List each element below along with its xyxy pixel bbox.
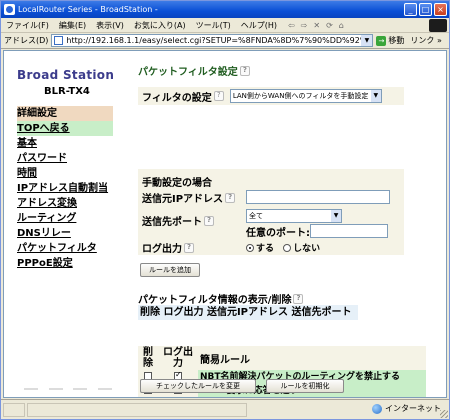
main-panel: パケットフィルタ設定 フィルタの設定 LAN側からWAN側へのフィルタを手動設定… [132,51,446,397]
log-no-label: しない [293,244,321,254]
security-zone: インターネット [372,403,441,414]
back-icon[interactable]: ⇦ [288,21,295,30]
log-yes-radio[interactable] [246,244,254,252]
filter-info-columns: 削除 ログ出力 送信元IPアドレス 送信先ポート [138,305,358,320]
log-output-label-row: ログ出力 [142,240,194,255]
windows-logo-icon [429,19,447,32]
filter-setting-label: フィルタの設定 [142,92,212,104]
address-input[interactable]: http://192.168.1.1/easy/select.cgi?SETUP… [51,34,374,47]
any-port-input[interactable] [310,224,388,238]
help-icon[interactable] [239,66,250,76]
page-icon [54,36,64,45]
menu-bar: ファイル(F) 編集(E) 表示(V) お気に入り(A) ツール(T) ヘルプ(… [1,18,449,33]
col-simple-rule: 簡易ルール [198,346,426,370]
status-cell [27,402,247,417]
sidebar-header-advanced: 詳細設定 [17,106,113,121]
col-delete: 削除 [138,346,158,370]
add-rule-button[interactable]: ルールを追加 [140,263,200,277]
help-icon[interactable] [293,294,304,304]
log-output-label: ログ出力 [142,244,182,255]
title-bar: LocalRouter Series - BroadStation - _ □ … [1,1,449,18]
manual-settings-panel: 手動設定の場合 送信元IPアドレス 送信先ポート 全て ▼ 任意のポート: ログ… [138,169,404,255]
sidebar-item-packet-filter[interactable]: パケットフィルタ [17,241,113,256]
menu-view[interactable]: 表示(V) [91,20,129,31]
sidebar-item-dns-relay[interactable]: DNSリレー [17,226,113,241]
model-name: BLR-TX4 [44,86,90,97]
refresh-icon[interactable]: ⟳ [326,21,333,30]
go-arrow-icon: → [376,35,387,46]
menu-tools[interactable]: ツール(T) [191,20,236,31]
dst-port-select-value: 全て [249,212,263,220]
address-label: アドレス(D) [4,36,49,45]
address-bar: アドレス(D) http://192.168.1.1/easy/select.c… [1,33,449,49]
change-checked-rules-button[interactable]: チェックしたルールを変更 [140,379,256,393]
close-button[interactable]: × [434,3,447,16]
log-yes-label: する [256,244,275,254]
minimize-button[interactable]: _ [404,3,417,16]
chevron-down-icon: ▼ [331,210,341,222]
init-rules-button[interactable]: ルールを初期化 [266,379,344,393]
filter-setting-value: LAN側からWAN側へのフィルタを手動設定 [232,92,369,100]
menu-edit[interactable]: 編集(E) [54,20,91,31]
dst-port-select[interactable]: 全て ▼ [246,209,342,223]
sidebar-item-time[interactable]: 時間 [17,166,113,181]
src-ip-label: 送信元IPアドレス [142,194,224,205]
sidebar-item-basic[interactable]: 基本 [17,136,113,151]
src-ip-label-row: 送信元IPアドレス [142,190,236,205]
dst-port-label: 送信先ポート [142,217,202,228]
filter-setting-row: フィルタの設定 LAN側からWAN側へのフィルタを手動設定 ▼ [138,87,404,105]
home-icon[interactable]: ⌂ [339,21,344,30]
forward-icon[interactable]: ⇨ [301,21,308,30]
links-button[interactable]: リンク » [410,35,441,46]
chevron-down-icon: ▼ [370,90,381,102]
resize-grip[interactable] [440,410,448,418]
browser-icon [4,4,15,15]
table-header-row: 削除 ログ出力 簡易ルール [138,346,426,370]
sidebar-item-dhcp[interactable]: IPアドレス自動割当 [17,181,113,196]
menu-file[interactable]: ファイル(F) [1,20,54,31]
address-dropdown-icon[interactable]: ▼ [361,35,373,46]
page-title-text: パケットフィルタ設定 [138,67,238,78]
page-title: パケットフィルタ設定 [138,63,250,78]
address-url: http://192.168.1.1/easy/select.cgi?SETUP… [66,36,374,45]
maximize-button[interactable]: □ [419,3,432,16]
sidebar-item-pppoe[interactable]: PPPoE設定 [17,256,113,271]
globe-icon [372,403,382,414]
zone-label: インターネット [385,404,441,413]
status-bar: インターネット [1,399,449,419]
sidebar-item-password[interactable]: パスワード [17,151,113,166]
window-title: LocalRouter Series - BroadStation - [18,5,158,14]
sidebar-decoration [24,388,112,390]
browser-window: LocalRouter Series - BroadStation - _ □ … [0,0,450,420]
status-cell [3,402,25,417]
help-icon[interactable] [204,216,214,226]
page-content: Broad Station BLR-TX4 詳細設定 TOPへ戻る 基本 パスワ… [3,50,447,398]
dst-port-label-row: 送信先ポート [142,213,214,228]
sidebar-item-routing[interactable]: ルーティング [17,211,113,226]
help-icon[interactable] [184,243,194,253]
sidebar-item-top[interactable]: TOPへ戻る [17,121,113,136]
manual-settings-heading: 手動設定の場合 [142,178,212,189]
menu-favorites[interactable]: お気に入り(A) [129,20,191,31]
log-output-radios: する しない [246,241,320,254]
sidebar-item-nat[interactable]: アドレス変換 [17,196,113,211]
sidebar-menu: 詳細設定 TOPへ戻る 基本 パスワード 時間 IPアドレス自動割当 アドレス変… [17,106,113,271]
brand-logo: Broad Station [17,68,115,82]
any-port-label: 任意のポート: [246,228,310,239]
filter-info-heading: パケットフィルタ情報の表示/削除 [138,291,304,306]
go-label: 移動 [388,36,405,45]
filter-setting-select[interactable]: LAN側からWAN側へのフィルタを手動設定 ▼ [229,89,382,103]
menu-help[interactable]: ヘルプ(H) [236,20,282,31]
nav-buttons: ⇦ ⇨ ✕ ⟳ ⌂ [288,21,344,30]
help-icon[interactable] [213,91,224,101]
src-ip-input[interactable] [246,190,390,204]
col-log-output: ログ出力 [158,346,198,370]
stop-icon[interactable]: ✕ [313,21,320,30]
go-button[interactable]: → 移動 [376,35,404,46]
log-no-radio[interactable] [283,244,292,252]
help-icon[interactable] [225,193,236,203]
sidebar: Broad Station BLR-TX4 詳細設定 TOPへ戻る 基本 パスワ… [4,51,130,397]
